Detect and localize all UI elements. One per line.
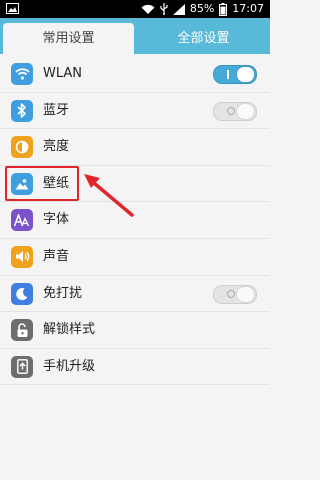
tab-all-settings[interactable]: 全部设置 [137,23,270,54]
battery-icon [219,2,228,16]
setting-sound[interactable]: 声音 [0,239,270,276]
setting-unlock-style[interactable]: 解锁样式 [0,312,270,349]
setting-label: 蓝牙 [43,102,70,118]
signal-icon [172,3,185,15]
font-icon [11,209,33,232]
settings-tabs: 常用设置 全部设置 [0,18,270,54]
moon-icon [11,282,33,305]
setting-wlan[interactable]: WLAN [0,56,270,93]
system-update-icon [11,355,33,378]
wifi-icon [11,63,33,85]
setting-brightness[interactable]: 亮度 [0,129,270,166]
setting-bluetooth[interactable]: 蓝牙 [0,93,270,130]
wifi-icon [141,4,155,14]
clock: 17:07 [232,2,264,15]
battery-percent: 85% [189,2,215,15]
setting-label: 手机升级 [43,358,96,374]
wallpaper-highlight-box [5,166,79,201]
setting-label: 解锁样式 [43,322,96,338]
image-icon [6,3,19,14]
setting-label: 亮度 [43,139,70,155]
sound-icon [11,245,33,268]
status-bar: 85% 17:07 [0,0,270,18]
setting-label: 字体 [43,212,70,228]
tab-common-settings[interactable]: 常用设置 [3,23,134,54]
unlock-style-icon [11,319,33,342]
brightness-icon [11,136,33,159]
do-not-disturb-toggle[interactable] [213,284,257,304]
setting-font[interactable]: 字体 [0,202,270,239]
settings-list: WLAN 蓝牙 亮度 壁纸 字体 声音 免打扰 解锁样式 手机升级 [0,56,270,386]
setting-label: WLAN [43,66,83,81]
bluetooth-icon [11,99,33,122]
setting-label: 免打扰 [43,285,83,301]
bluetooth-toggle[interactable] [213,101,257,121]
setting-do-not-disturb[interactable]: 免打扰 [0,276,270,313]
setting-system-update[interactable]: 手机升级 [0,349,270,386]
setting-label: 声音 [43,248,70,264]
wlan-toggle[interactable] [213,65,257,84]
usb-icon [160,3,168,15]
